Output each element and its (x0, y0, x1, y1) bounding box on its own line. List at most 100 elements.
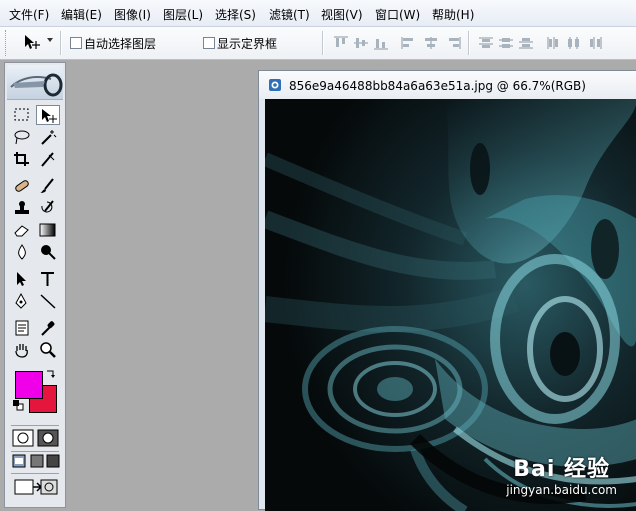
menu-file[interactable]: 文件(F) (9, 6, 49, 23)
brush-icon (40, 178, 54, 193)
history-brush-tool[interactable] (36, 198, 60, 218)
divider (11, 473, 59, 474)
pen-tool[interactable] (10, 291, 34, 311)
marquee-tool[interactable] (10, 105, 34, 125)
crop-tool[interactable] (10, 149, 34, 169)
screen-mode-full-icon[interactable] (46, 454, 60, 468)
gradient-icon (39, 223, 56, 237)
distribute-top-icon[interactable] (478, 36, 494, 50)
default-colors-icon[interactable] (12, 399, 24, 411)
menu-window[interactable]: 窗口(W) (375, 6, 420, 23)
screen-mode-full-menu-icon[interactable] (30, 454, 44, 468)
distribute-right-icon[interactable] (588, 36, 604, 50)
magnifier-icon (40, 342, 56, 358)
hand-tool[interactable] (10, 340, 34, 360)
dodge-tool[interactable] (36, 242, 60, 262)
magic-wand-icon (41, 130, 57, 145)
blur-tool[interactable] (10, 242, 34, 262)
align-right-icon[interactable] (445, 36, 461, 50)
drop-icon (18, 244, 26, 260)
slice-tool[interactable] (36, 149, 60, 169)
distribute-hcenter-icon[interactable] (566, 36, 582, 50)
type-tool[interactable] (36, 269, 60, 289)
image-canvas[interactable]: Bai 经验 jingyan.baidu.com (265, 99, 636, 511)
feather-logo-icon (10, 73, 63, 97)
toolbox-header[interactable] (7, 65, 63, 100)
menu-edit[interactable]: 编辑(E) (61, 6, 102, 23)
eyedropper-tool[interactable] (36, 318, 60, 338)
menu-filter[interactable]: 滤镜(T) (269, 6, 310, 23)
crop-icon (14, 152, 29, 166)
abstract-image (265, 99, 636, 511)
note-icon (15, 320, 29, 336)
eraser-tool[interactable] (10, 220, 34, 240)
healing-brush-tool[interactable] (10, 176, 34, 196)
eyedropper-icon (41, 321, 55, 336)
align-vcenter-icon[interactable] (353, 36, 369, 50)
options-bar: 自动选择图层 显示定界框 (0, 27, 636, 60)
imageready-jump-icon[interactable] (13, 477, 59, 497)
lasso-icon (14, 130, 30, 145)
notes-tool[interactable] (10, 318, 34, 338)
document-title-bar[interactable]: 856e9a46488bb84a6a63e51a.jpg @ 66.7%(RGB… (259, 71, 636, 99)
foreground-color-swatch[interactable] (15, 371, 43, 399)
bandage-icon (15, 180, 29, 192)
path-selection-tool[interactable] (10, 269, 34, 289)
history-brush-icon (41, 200, 54, 213)
hand-icon (15, 344, 28, 358)
menu-image[interactable]: 图像(I) (114, 6, 151, 23)
show-bounds-checkbox[interactable] (203, 37, 215, 49)
zoom-tool[interactable] (36, 340, 60, 360)
align-top-icon[interactable] (333, 36, 349, 50)
auto-select-label: 自动选择图层 (84, 37, 157, 51)
document-title: 856e9a46488bb84a6a63e51a.jpg @ 66.7%(RGB… (289, 79, 586, 93)
show-bounds-label: 显示定界框 (217, 37, 278, 51)
screen-mode-standard-icon[interactable] (12, 454, 26, 468)
slice-icon (41, 152, 55, 167)
options-grip[interactable] (5, 30, 9, 56)
separator (60, 31, 62, 55)
auto-select-checkbox[interactable] (70, 37, 82, 49)
move-icon (42, 109, 57, 123)
pen-icon (15, 293, 27, 309)
menu-bar: 文件(F) 编辑(E) 图像(I) 图层(L) 选择(S) 滤镜(T) 视图(V… (0, 0, 636, 27)
line-icon (40, 294, 56, 309)
gradient-tool[interactable] (36, 220, 60, 240)
quick-mask-icon[interactable] (37, 429, 59, 447)
document-window: 856e9a46488bb84a6a63e51a.jpg @ 66.7%(RGB… (258, 70, 636, 511)
align-bottom-icon[interactable] (373, 36, 389, 50)
dodge-icon (41, 245, 56, 260)
menu-view[interactable]: 视图(V) (321, 6, 363, 23)
type-icon (41, 272, 54, 286)
move-tool[interactable] (36, 105, 60, 125)
watermark: Bai 经验 jingyan.baidu.com (506, 451, 617, 497)
toolbox (4, 62, 66, 508)
tool-preset-dropdown-icon[interactable] (47, 38, 53, 42)
magic-wand-tool[interactable] (36, 127, 60, 147)
menu-select[interactable]: 选择(S) (215, 6, 256, 23)
swap-colors-icon[interactable] (45, 368, 57, 380)
align-left-icon[interactable] (401, 36, 417, 50)
clone-stamp-tool[interactable] (10, 198, 34, 218)
arrow-icon (17, 272, 26, 286)
photoshop-doc-icon (269, 79, 281, 91)
menu-help[interactable]: 帮助(H) (432, 6, 474, 23)
move-tool-icon[interactable] (22, 33, 42, 51)
distribute-vcenter-icon[interactable] (498, 36, 514, 50)
eraser-icon (14, 225, 29, 237)
divider (11, 451, 59, 452)
watermark-url: jingyan.baidu.com (506, 483, 617, 497)
stamp-icon (15, 201, 29, 214)
lasso-tool[interactable] (10, 127, 34, 147)
menu-layer[interactable]: 图层(L) (163, 6, 203, 23)
align-hcenter-icon[interactable] (423, 36, 439, 50)
standard-mode-icon[interactable] (12, 429, 34, 447)
separator (468, 31, 470, 55)
separator (322, 31, 324, 55)
line-tool[interactable] (36, 291, 60, 311)
divider (11, 425, 59, 426)
brush-tool[interactable] (36, 176, 60, 196)
distribute-bottom-icon[interactable] (518, 36, 534, 50)
distribute-left-icon[interactable] (546, 36, 562, 50)
marquee-icon (14, 108, 29, 121)
